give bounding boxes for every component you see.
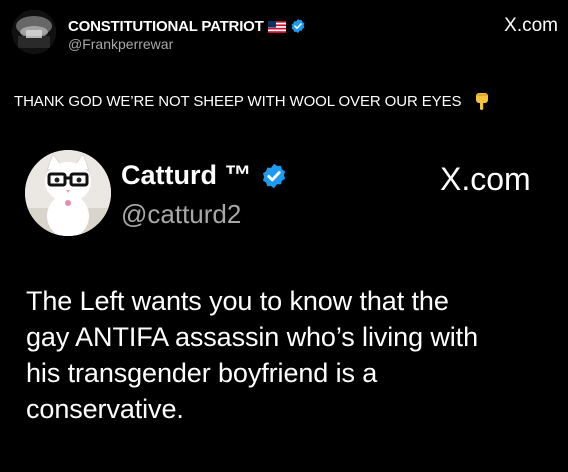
outer-name-row: CONSTITUTIONAL PATRIOT <box>68 16 306 36</box>
quoted-avatar[interactable] <box>25 150 111 236</box>
cat-avatar-image <box>25 150 111 236</box>
quoted-source-label: X.com <box>440 161 531 197</box>
avatar-image <box>12 10 56 54</box>
verified-badge-icon <box>290 18 306 34</box>
us-flag-icon <box>267 20 286 33</box>
outer-post-text: THANK GOD WE’RE NOT SHEEP WITH WOOL OVER… <box>14 92 489 110</box>
quoted-text-line: The Left wants you to know that the <box>26 286 449 316</box>
outer-display-name[interactable]: CONSTITUTIONAL PATRIOT <box>68 18 264 35</box>
quoted-display-name[interactable]: Catturd ™ <box>121 160 252 191</box>
outer-handle[interactable]: @Frankperrewar <box>68 36 173 52</box>
outer-avatar[interactable] <box>12 10 56 54</box>
quoted-post-text: The Left wants you to know that the gay … <box>26 283 561 427</box>
quoted-name-row: Catturd ™ <box>121 160 288 191</box>
outer-post-text-content: THANK GOD WE’RE NOT SHEEP WITH WOOL OVER… <box>14 93 462 110</box>
quoted-handle[interactable]: @catturd2 <box>121 199 241 230</box>
verified-badge-icon <box>260 162 288 190</box>
quoted-text-line: conservative. <box>26 394 184 424</box>
quoted-text-line: gay ANTIFA assassin who’s living with <box>26 322 479 352</box>
pointing-down-hand-icon <box>475 92 489 110</box>
quoted-text-line: his transgender boyfriend is a <box>26 358 378 388</box>
outer-source-label: X.com <box>504 15 558 36</box>
